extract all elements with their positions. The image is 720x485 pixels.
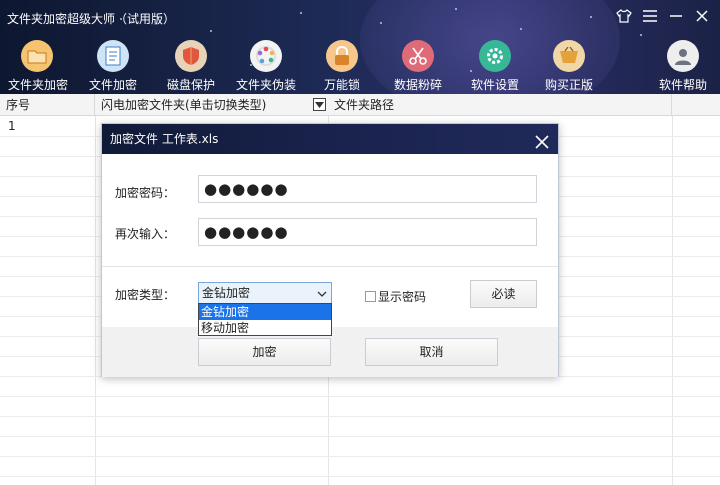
chevron-down-icon[interactable] xyxy=(313,98,326,111)
toolbar-label: 软件设置 xyxy=(470,78,519,92)
column-header-type[interactable]: 闪电加密文件夹(单击切换类型) xyxy=(95,94,328,116)
user-help-icon xyxy=(667,40,699,72)
cart-icon xyxy=(553,40,585,72)
main-toolbar: 文件夹加密 文件加密 磁盘保护 文件夹伪装 万能锁 数据粉碎 软件设置 购买正版… xyxy=(0,40,720,94)
password-label: 加密密码： xyxy=(115,186,176,200)
app-header: 文件夹加密超级大师（试用版） 文件夹加密 文件加密 磁盘保护 文件夹伪装 万能锁… xyxy=(0,0,720,94)
toolbar-label: 数据粉碎 xyxy=(393,78,442,92)
toolbar-label: 文件夹加密 xyxy=(8,78,69,92)
toolbar-help[interactable]: 软件帮助 xyxy=(658,40,708,93)
confirm-password-label: 再次输入： xyxy=(115,227,176,241)
close-icon[interactable] xyxy=(534,131,550,149)
toolbar-data-shred[interactable]: 数据粉碎 xyxy=(392,40,444,93)
scissors-icon xyxy=(402,40,434,72)
hamburger-icon[interactable] xyxy=(640,6,660,26)
column-header-index[interactable]: 序号 xyxy=(0,94,95,116)
encrypt-dialog: 加密文件 工作表.xls 加密密码： ●●●●●● 再次输入： ●●●●●● 加… xyxy=(101,123,559,377)
toolbar-folder-encrypt[interactable]: 文件夹加密 xyxy=(8,40,69,93)
encrypt-type-value: 金钻加密 xyxy=(202,286,251,300)
cancel-button[interactable]: 取消 xyxy=(365,338,498,366)
padlock-icon xyxy=(326,40,358,72)
encrypt-type-select[interactable]: 金钻加密 xyxy=(198,282,332,304)
toolbar-label: 购买正版 xyxy=(544,78,593,92)
table-header: 序号 闪电加密文件夹(单击切换类型) 文件夹路径 xyxy=(0,94,720,116)
encrypt-type-dropdown: 金钻加密 移动加密 xyxy=(198,303,332,336)
toolbar-buy[interactable]: 购买正版 xyxy=(544,40,594,93)
toolbar-label: 万能锁 xyxy=(323,78,360,92)
dialog-title-bar: 加密文件 工作表.xls xyxy=(102,124,558,154)
shirt-icon[interactable] xyxy=(614,6,634,26)
show-password-checkbox[interactable] xyxy=(365,291,376,302)
encrypt-type-label: 加密类型： xyxy=(115,288,176,302)
dropdown-option[interactable]: 金钻加密 xyxy=(199,304,331,320)
encrypt-button[interactable]: 加密 xyxy=(198,338,331,366)
must-read-button[interactable]: 必读 xyxy=(470,280,537,308)
toolbar-label: 文件加密 xyxy=(88,78,137,92)
show-password-label: 显示密码 xyxy=(378,290,427,304)
table-row-index: 1 xyxy=(8,119,16,133)
shield-icon xyxy=(175,40,207,72)
column-header-path[interactable]: 文件夹路径 xyxy=(328,94,672,116)
dialog-title: 加密文件 工作表.xls xyxy=(110,132,219,146)
toolbar-label: 磁盘保护 xyxy=(166,78,215,92)
toolbar-label: 软件帮助 xyxy=(658,78,707,92)
toolbar-folder-disguise[interactable]: 文件夹伪装 xyxy=(236,40,296,93)
confirm-password-field[interactable]: ●●●●●● xyxy=(198,218,537,246)
toolbar-settings[interactable]: 软件设置 xyxy=(470,40,520,93)
toolbar-label: 文件夹伪装 xyxy=(236,78,297,92)
close-icon[interactable] xyxy=(692,6,712,26)
toolbar-universal-lock[interactable]: 万能锁 xyxy=(322,40,362,93)
toolbar-disk-protect[interactable]: 磁盘保护 xyxy=(166,40,216,93)
dropdown-option[interactable]: 移动加密 xyxy=(199,320,331,336)
password-field[interactable]: ●●●●●● xyxy=(198,175,537,203)
show-password-toggle[interactable]: 显示密码 xyxy=(365,288,426,305)
toolbar-file-encrypt[interactable]: 文件加密 xyxy=(88,40,138,93)
minimize-icon[interactable] xyxy=(666,6,686,26)
folder-lock-icon xyxy=(21,40,53,72)
file-lock-icon xyxy=(97,40,129,72)
app-title: 文件夹加密超级大师（试用版） xyxy=(7,12,176,26)
gear-icon xyxy=(479,40,511,72)
disguise-icon xyxy=(250,40,282,72)
